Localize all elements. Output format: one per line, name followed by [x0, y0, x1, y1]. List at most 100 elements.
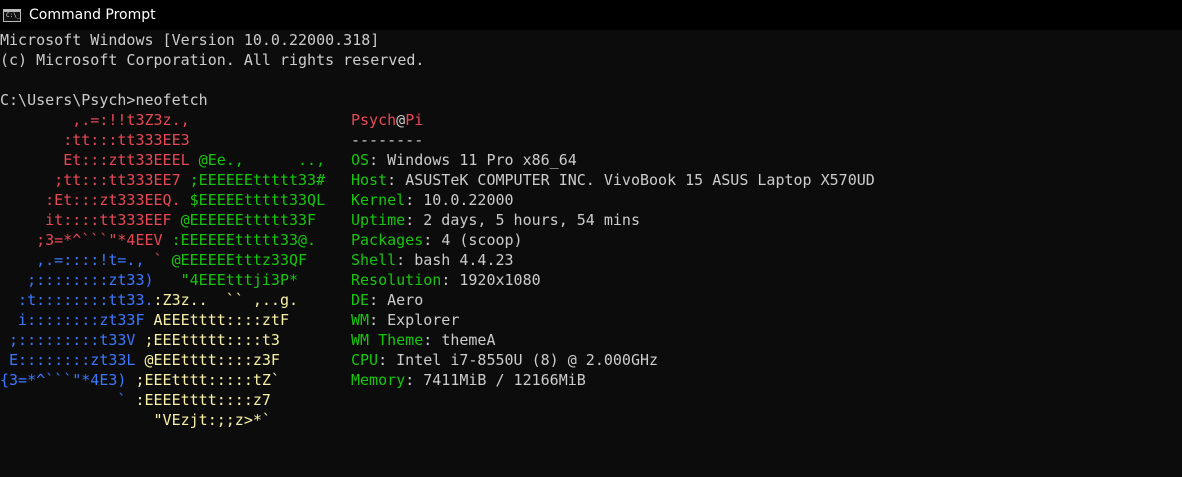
output-line: Microsoft Windows [Version 10.0.22000.31…: [0, 31, 380, 49]
ascii-segment: i::::::::zt33F: [0, 311, 145, 329]
colon: :: [369, 291, 388, 309]
colon: :: [396, 251, 415, 269]
cmd-icon: C:\_: [3, 8, 21, 22]
info-value: 10.0.22000: [423, 191, 514, 209]
ascii-line: ` :EEEEtttt::::z7: [0, 390, 325, 410]
info-field: WM Theme: themeA: [351, 330, 875, 350]
prompt-line: C:\Users\Psych>neofetch: [0, 91, 208, 109]
info-field: OS: Windows 11 Pro x86_64: [351, 150, 875, 170]
info-field: Uptime: 2 days, 5 hours, 54 mins: [351, 210, 875, 230]
info-field: Kernel: 10.0.22000: [351, 190, 875, 210]
ascii-line: ;3=*^```"*4EEV :EEEEEEttttt33@.: [0, 230, 325, 250]
ascii-segment: ;EEEttttt::::t3: [135, 331, 280, 349]
ascii-segment: :Et:::zt333EEQ.: [0, 191, 181, 209]
colon: :: [369, 311, 388, 329]
info-value: Windows 11 Pro x86_64: [387, 151, 577, 169]
info-field: Host: ASUSTeK COMPUTER INC. VivoBook 15 …: [351, 170, 875, 190]
ascii-segment: @Ee., ..,: [189, 151, 326, 169]
info-label: Packages: [351, 231, 424, 249]
user-host: Psych@Pi: [351, 110, 875, 130]
ascii-segment: :EEEEtttt::::z7: [126, 391, 271, 409]
ascii-segment: :EEEEEEttttt33@.: [162, 231, 317, 249]
ascii-line: ;:::::::::t33V ;EEEttttt::::t3: [0, 330, 325, 350]
ascii-segment: "4EEEtttji3P*: [153, 271, 299, 289]
info-value: Explorer: [387, 311, 460, 329]
colon: :: [405, 371, 424, 389]
host: Pi: [405, 111, 424, 129]
info-label: DE: [351, 291, 370, 309]
colon: :: [405, 211, 424, 229]
ascii-line: {3=*^```"*4E3) ;EEEtttt:::::tZ`: [0, 370, 325, 390]
ascii-line: ;::::::::zt33) "4EEEtttji3P*: [0, 270, 325, 290]
info-label: Host: [351, 171, 388, 189]
info-field: DE: Aero: [351, 290, 875, 310]
colon: :: [387, 171, 406, 189]
info-value: 7411MiB / 12166MiB: [423, 371, 586, 389]
ascii-line: i::::::::zt33F AEEEtttt::::ztF: [0, 310, 325, 330]
info-field: Resolution: 1920x1080: [351, 270, 875, 290]
ascii-segment: `: [0, 391, 127, 409]
ascii-segment: ;::::::::zt33): [0, 271, 154, 289]
ascii-segment: @EEEtttt::::z3F: [135, 351, 280, 369]
ascii-segment: :tt:::tt333EE3: [0, 131, 190, 149]
at-sign: @: [396, 111, 406, 129]
info-value: Aero: [387, 291, 424, 309]
info-label: Shell: [351, 251, 397, 269]
ascii-segment: it::::tt333EEF: [0, 211, 172, 229]
info-field: WM: Explorer: [351, 310, 875, 330]
ascii-segment: @EEEEEEttttt33F: [171, 211, 317, 229]
colon: :: [423, 331, 442, 349]
colon: :: [423, 231, 442, 249]
info-label: WM: [351, 311, 370, 329]
ascii-segment: Et:::ztt33EEEL: [0, 151, 190, 169]
ascii-segment: `: [153, 251, 163, 269]
ascii-segment: E::::::::zt33L: [0, 351, 136, 369]
ascii-line: it::::tt333EEF @EEEEEEttttt33F: [0, 210, 325, 230]
info-value: bash 4.4.23: [414, 251, 514, 269]
ascii-logo: ,.=:!!t3Z3z., :tt:::tt333EE3 Et:::ztt33E…: [0, 110, 325, 430]
ascii-line: :Et:::zt333EEQ. $EEEEEttttt33QL: [0, 190, 325, 210]
info-value: 2 days, 5 hours, 54 mins: [423, 211, 640, 229]
ascii-line: :t::::::::tt33.:Z3z.. `` ,..g.: [0, 290, 325, 310]
info-value: themeA: [441, 331, 496, 349]
separator: --------: [351, 131, 424, 149]
colon: :: [405, 191, 424, 209]
ascii-segment: @EEEEEEtttz33QF: [162, 251, 308, 269]
ascii-line: ;tt:::tt333EE7 ;EEEEEEttttt33#: [0, 170, 325, 190]
ascii-line: :tt:::tt333EE3: [0, 130, 325, 150]
terminal-output[interactable]: Microsoft Windows [Version 10.0.22000.31…: [0, 30, 1182, 477]
ascii-line: "VEzjt:;;z>*`: [0, 410, 325, 430]
ascii-segment: :Z3z.. `` ,..g.: [153, 291, 299, 309]
info-field: Memory: 7411MiB / 12166MiB: [351, 370, 875, 390]
ascii-segment: ,.=:!!t3Z3z.,: [0, 111, 190, 129]
info-label: CPU: [351, 351, 379, 369]
window-title: Command Prompt: [29, 7, 156, 23]
ascii-segment: ;:::::::::t33V: [0, 331, 136, 349]
ascii-segment: AEEEtttt::::ztF: [144, 311, 289, 329]
colon: :: [441, 271, 460, 289]
info-field: Shell: bash 4.4.23: [351, 250, 875, 270]
ascii-segment: ;tt:::tt333EE7: [0, 171, 181, 189]
info-label: OS: [351, 151, 370, 169]
ascii-line: Et:::ztt33EEEL @Ee., ..,: [0, 150, 325, 170]
info-value: 4 (scoop): [441, 231, 523, 249]
info-label: Memory: [351, 371, 406, 389]
ascii-segment: :t::::::::tt33.: [0, 291, 154, 309]
colon: :: [369, 151, 388, 169]
info-value: 1920x1080: [459, 271, 541, 289]
info-label: WM Theme: [351, 331, 424, 349]
ascii-segment: {3=*^```"*4E3): [0, 371, 127, 389]
info-value: Intel i7-8550U (8) @ 2.000GHz: [396, 351, 659, 369]
info-label: Kernel: [351, 191, 406, 209]
ascii-line: E::::::::zt33L @EEEtttt::::z3F: [0, 350, 325, 370]
info-field: Packages: 4 (scoop): [351, 230, 875, 250]
cmd-icon-text: C:\_: [6, 11, 21, 19]
ascii-segment: ;EEEtttt:::::tZ`: [126, 371, 280, 389]
info-value: ASUSTeK COMPUTER INC. VivoBook 15 ASUS L…: [405, 171, 875, 189]
title-bar[interactable]: C:\_ Command Prompt: [0, 0, 1182, 30]
user: Psych: [351, 111, 397, 129]
ascii-segment: ;3=*^```"*4EEV: [0, 231, 163, 249]
info-label: Resolution: [351, 271, 442, 289]
ascii-line: ,.=:!!t3Z3z.,: [0, 110, 325, 130]
